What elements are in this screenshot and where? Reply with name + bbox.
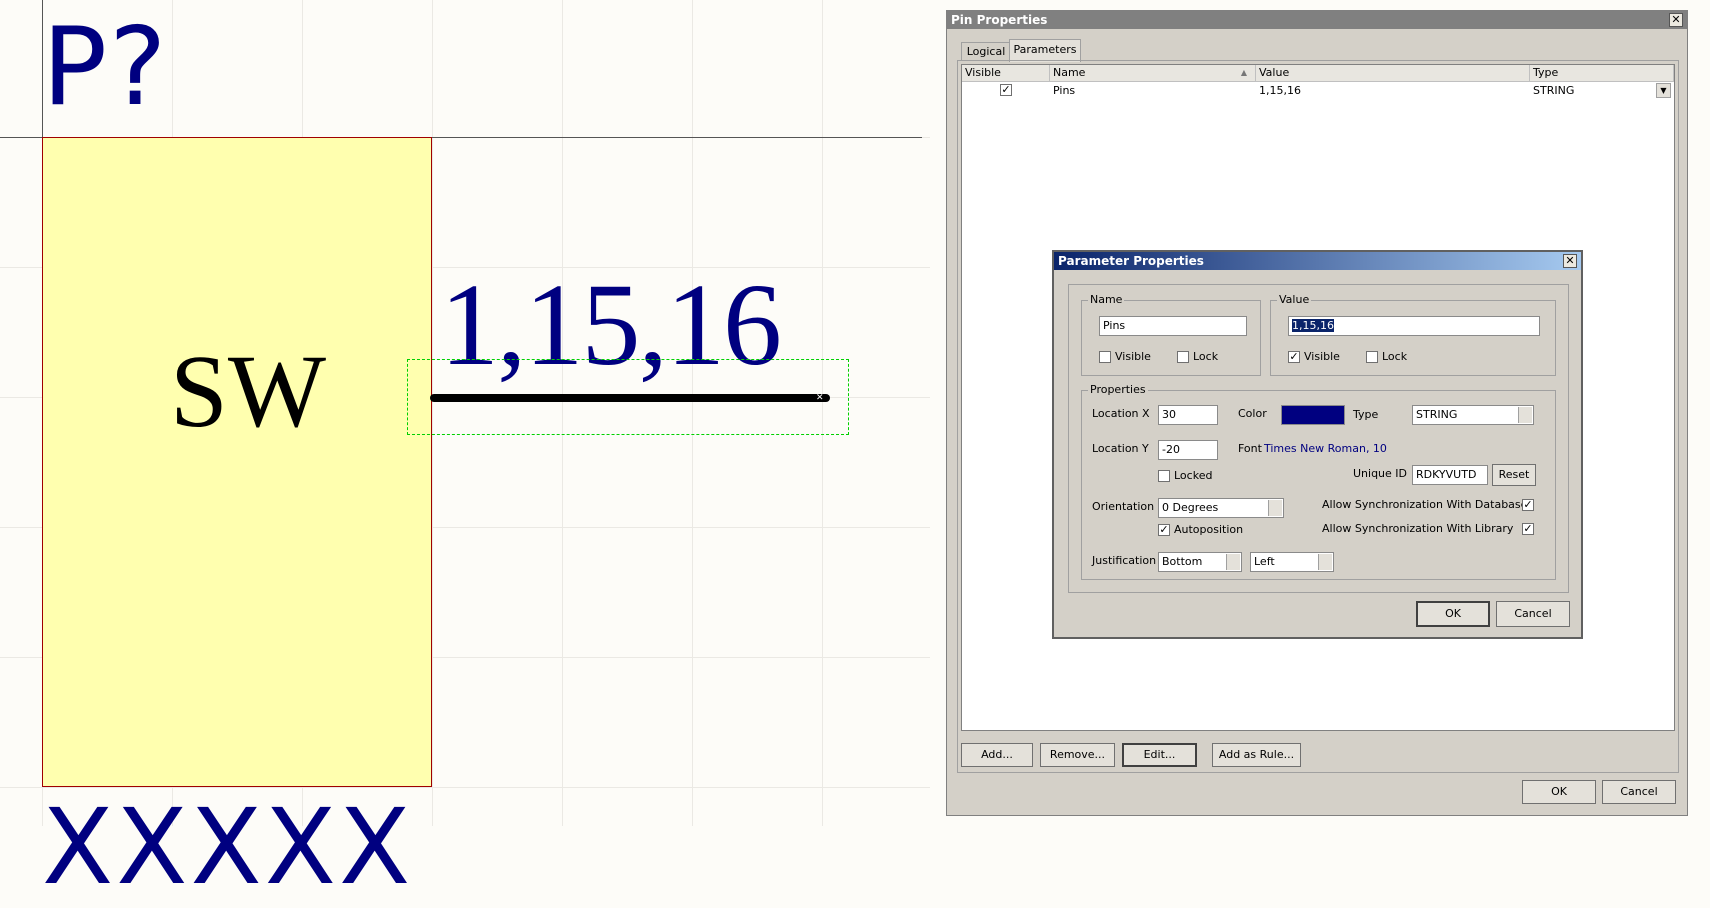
value-group-label: Value	[1277, 293, 1312, 306]
value-lock-label: Lock	[1382, 350, 1408, 363]
justification-label: Justification	[1092, 554, 1157, 567]
locked-label: Locked	[1174, 469, 1213, 482]
name-lock-label: Lock	[1193, 350, 1219, 363]
close-icon[interactable]: ✕	[1563, 254, 1577, 268]
autoposition-label: Autoposition	[1174, 523, 1244, 536]
value-input-selection: 1,15,16	[1292, 319, 1334, 332]
row-name-cell[interactable]: Pins	[1050, 82, 1075, 99]
sync-library-checkbox[interactable]: ✓	[1522, 523, 1534, 535]
justification-vertical-select[interactable]: Bottom	[1158, 552, 1242, 572]
autoposition-checkbox[interactable]: ✓	[1158, 524, 1170, 536]
add-button[interactable]: Add...	[961, 743, 1033, 767]
font-label: Font	[1238, 442, 1262, 455]
unique-id-label: Unique ID	[1353, 467, 1408, 480]
type-select-value: STRING	[1416, 408, 1458, 421]
row-visible-checkbox[interactable]: ✓	[1000, 84, 1012, 96]
column-header-name-label: Name	[1053, 66, 1086, 79]
chevron-down-icon	[1268, 500, 1282, 516]
type-select[interactable]: STRING	[1412, 405, 1534, 425]
color-label: Color	[1238, 407, 1267, 420]
justification-horizontal-value: Left	[1254, 555, 1275, 568]
orientation-select-value: 0 Degrees	[1162, 501, 1219, 514]
justification-vertical-value: Bottom	[1162, 555, 1203, 568]
sort-ascending-icon: ▲	[1240, 68, 1247, 77]
value-group: Value 1,15,16 ✓ Visible Lock	[1270, 293, 1556, 376]
pin-hotspot-icon[interactable]: ✕	[816, 393, 826, 403]
ok-button[interactable]: OK	[1522, 780, 1596, 804]
remove-button[interactable]: Remove...	[1040, 743, 1115, 767]
pin-line[interactable]	[430, 394, 830, 402]
unique-id-input[interactable]: RDKYVUTD	[1412, 465, 1488, 485]
parameter-properties-dialog: Parameter Properties ✕ Name Pins Visible…	[1052, 250, 1583, 639]
name-visible-label: Visible	[1115, 350, 1151, 363]
value-visible-label: Visible	[1304, 350, 1340, 363]
close-icon[interactable]: ✕	[1669, 13, 1683, 27]
dialog-title: Parameter Properties	[1058, 254, 1204, 268]
component-part-text: XXXXX	[42, 786, 414, 908]
orientation-label: Orientation	[1092, 500, 1155, 513]
location-y-label: Location Y	[1092, 442, 1149, 455]
tab-parameters[interactable]: Parameters	[1009, 39, 1081, 62]
reset-button[interactable]: Reset	[1492, 464, 1536, 486]
name-group: Name Pins Visible Lock	[1081, 293, 1261, 376]
chevron-down-icon	[1226, 554, 1240, 570]
value-input[interactable]: 1,15,16	[1288, 316, 1540, 336]
sync-database-label: Allow Synchronization With Database	[1322, 498, 1528, 511]
table-row[interactable]: ✓ Pins 1,15,16 STRING ▼	[962, 82, 1674, 99]
locked-checkbox[interactable]	[1158, 470, 1170, 482]
color-swatch[interactable]	[1281, 405, 1345, 425]
edit-button[interactable]: Edit...	[1122, 743, 1197, 767]
value-lock-checkbox[interactable]	[1366, 351, 1378, 363]
font-link[interactable]: Times New Roman, 10	[1264, 442, 1387, 455]
location-x-label: Location X	[1092, 407, 1150, 420]
row-value-cell[interactable]: 1,15,16	[1256, 82, 1301, 99]
justification-horizontal-select[interactable]: Left	[1250, 552, 1334, 572]
dialog-title: Pin Properties	[951, 13, 1048, 27]
orientation-select[interactable]: 0 Degrees	[1158, 498, 1284, 518]
location-y-input[interactable]: -20	[1158, 440, 1218, 460]
cancel-button[interactable]: Cancel	[1602, 780, 1676, 804]
column-header-name[interactable]: Name ▲	[1050, 65, 1256, 82]
name-visible-checkbox[interactable]	[1099, 351, 1111, 363]
sheet-border-vertical	[42, 0, 43, 140]
name-lock-checkbox[interactable]	[1177, 351, 1189, 363]
type-dropdown-icon[interactable]: ▼	[1656, 83, 1671, 98]
chevron-down-icon	[1318, 554, 1332, 570]
column-header-visible[interactable]: Visible	[962, 65, 1050, 82]
name-input[interactable]: Pins	[1099, 316, 1247, 336]
name-group-label: Name	[1088, 293, 1125, 306]
component-comment[interactable]: SW	[170, 340, 326, 444]
column-header-value[interactable]: Value	[1256, 65, 1530, 82]
row-type-cell[interactable]: STRING	[1530, 82, 1574, 99]
sync-library-label: Allow Synchronization With Library	[1322, 522, 1514, 535]
sync-database-checkbox[interactable]: ✓	[1522, 499, 1534, 511]
properties-group: Properties Location X 30 Color Type STRI…	[1081, 383, 1556, 580]
dialog-title-bar[interactable]: Pin Properties	[947, 11, 1687, 29]
cancel-button[interactable]: Cancel	[1496, 601, 1570, 627]
column-header-type[interactable]: Type	[1530, 65, 1674, 82]
component-body[interactable]	[42, 137, 432, 787]
dialog-content-frame: Name Pins Visible Lock Value 1,15,16 ✓ V…	[1068, 284, 1569, 593]
ok-button[interactable]: OK	[1416, 601, 1490, 627]
dialog-title-bar[interactable]: Parameter Properties	[1054, 252, 1581, 270]
tab-logical[interactable]: Logical	[961, 42, 1011, 61]
value-visible-checkbox[interactable]: ✓	[1288, 351, 1300, 363]
chevron-down-icon	[1518, 407, 1532, 423]
location-x-input[interactable]: 30	[1158, 405, 1218, 425]
properties-group-label: Properties	[1088, 383, 1148, 396]
type-label: Type	[1353, 408, 1379, 421]
add-as-rule-button[interactable]: Add as Rule...	[1212, 743, 1301, 767]
component-designator[interactable]: P?	[42, 14, 168, 122]
